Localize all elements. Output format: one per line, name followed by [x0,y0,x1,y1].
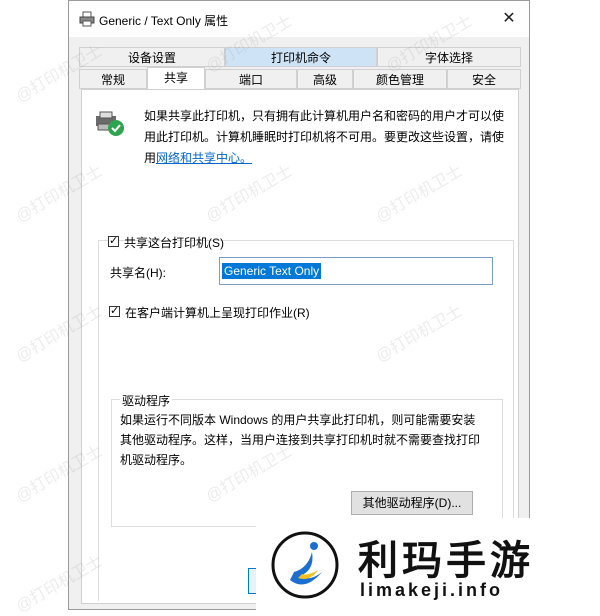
tab-general[interactable]: 常规 [79,69,147,89]
window-title: Generic / Text Only 属性 [99,14,229,28]
share-printer-checkbox[interactable] [108,234,119,247]
printer-icon [79,11,95,27]
share-name-value: Generic Text Only [222,263,322,279]
tab-security[interactable]: 安全 [447,69,521,89]
network-sharing-center-link[interactable]: 网络和共享中心。 [156,151,252,165]
share-name-input[interactable]: Generic Text Only [219,257,493,285]
brand-url: limakeji.info [360,580,504,600]
drivers-legend: 驱动程序 [120,392,173,409]
render-jobs-label: 在客户端计算机上呈现打印作业(R) [125,306,310,320]
additional-drivers-button[interactable]: 其他驱动程序(D)... [351,491,473,515]
tab-advanced[interactable]: 高级 [297,69,353,89]
render-jobs-checkbox[interactable] [109,304,120,317]
brand-logo-icon [271,531,339,599]
close-icon: ✕ [502,10,516,27]
share-printer-label: 共享这台打印机(S) [124,236,224,250]
share-name-label: 共享名(H): [110,266,166,280]
tab-sharing[interactable]: 共享 [147,67,205,89]
close-button[interactable]: ✕ [489,1,529,37]
brand-name: 利玛手游 [358,539,534,583]
shared-printer-icon [96,111,124,136]
drivers-text: 如果运行不同版本 Windows 的用户共享此打印机，则可能需要安装其他驱动程序… [120,413,481,467]
brand-overlay: 利玛手游 limakeji.info [256,518,600,610]
